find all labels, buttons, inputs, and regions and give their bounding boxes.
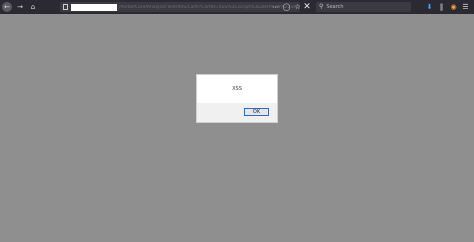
hamburger-menu-icon: ☰	[462, 2, 469, 11]
arrow-right-icon: →	[17, 2, 23, 11]
extension-button[interactable]: ◉	[449, 2, 458, 12]
forward-button[interactable]: →	[15, 2, 25, 12]
page-info-icon[interactable]	[63, 4, 68, 10]
library-button[interactable]: ‖	[437, 2, 446, 12]
home-icon: ⌂	[30, 2, 36, 11]
browser-toolbar: ← → ⌂ /Portal/Core/Analysis/Test/XSS/Car…	[0, 0, 474, 14]
search-bar[interactable]: ⚲	[316, 2, 411, 12]
pocket-icon: ◯	[282, 3, 291, 11]
browser-window: ← → ⌂ /Portal/Core/Analysis/Test/XSS/Car…	[0, 0, 474, 242]
close-icon: ✕	[303, 1, 311, 12]
home-button[interactable]: ⌂	[28, 2, 38, 12]
bookmark-button[interactable]: ☆	[293, 2, 302, 12]
star-icon: ☆	[294, 3, 301, 11]
address-bar[interactable]: /Portal/Core/Analysis/Test/XSS/Cart/?Car…	[60, 2, 300, 12]
url-host-highlight	[71, 3, 117, 11]
alert-body: XSS	[197, 75, 277, 103]
arrow-left-icon: ←	[4, 2, 10, 11]
download-icon: ⬇	[426, 2, 433, 11]
extension-icon: ◉	[450, 2, 457, 11]
search-icon: ⚲	[319, 3, 324, 10]
address-actions: ⋯ ◯ ☆	[271, 2, 304, 12]
back-button[interactable]: ←	[2, 2, 12, 12]
alert-message: XSS	[232, 85, 242, 92]
pocket-button[interactable]: ◯	[282, 2, 291, 12]
library-icon: ‖	[439, 2, 444, 11]
menu-button[interactable]: ☰	[461, 2, 470, 12]
stop-button[interactable]: ✕	[302, 2, 312, 12]
download-button[interactable]: ⬇	[425, 2, 434, 12]
search-input[interactable]	[326, 4, 407, 10]
more-icon: ⋯	[272, 3, 279, 11]
alert-dialog: XSS OK	[196, 74, 278, 123]
toolbar-right-icons: ⬇ ‖ ◉ ☰	[422, 2, 470, 12]
page-actions-button[interactable]: ⋯	[271, 2, 280, 12]
ok-button[interactable]: OK	[244, 108, 269, 116]
